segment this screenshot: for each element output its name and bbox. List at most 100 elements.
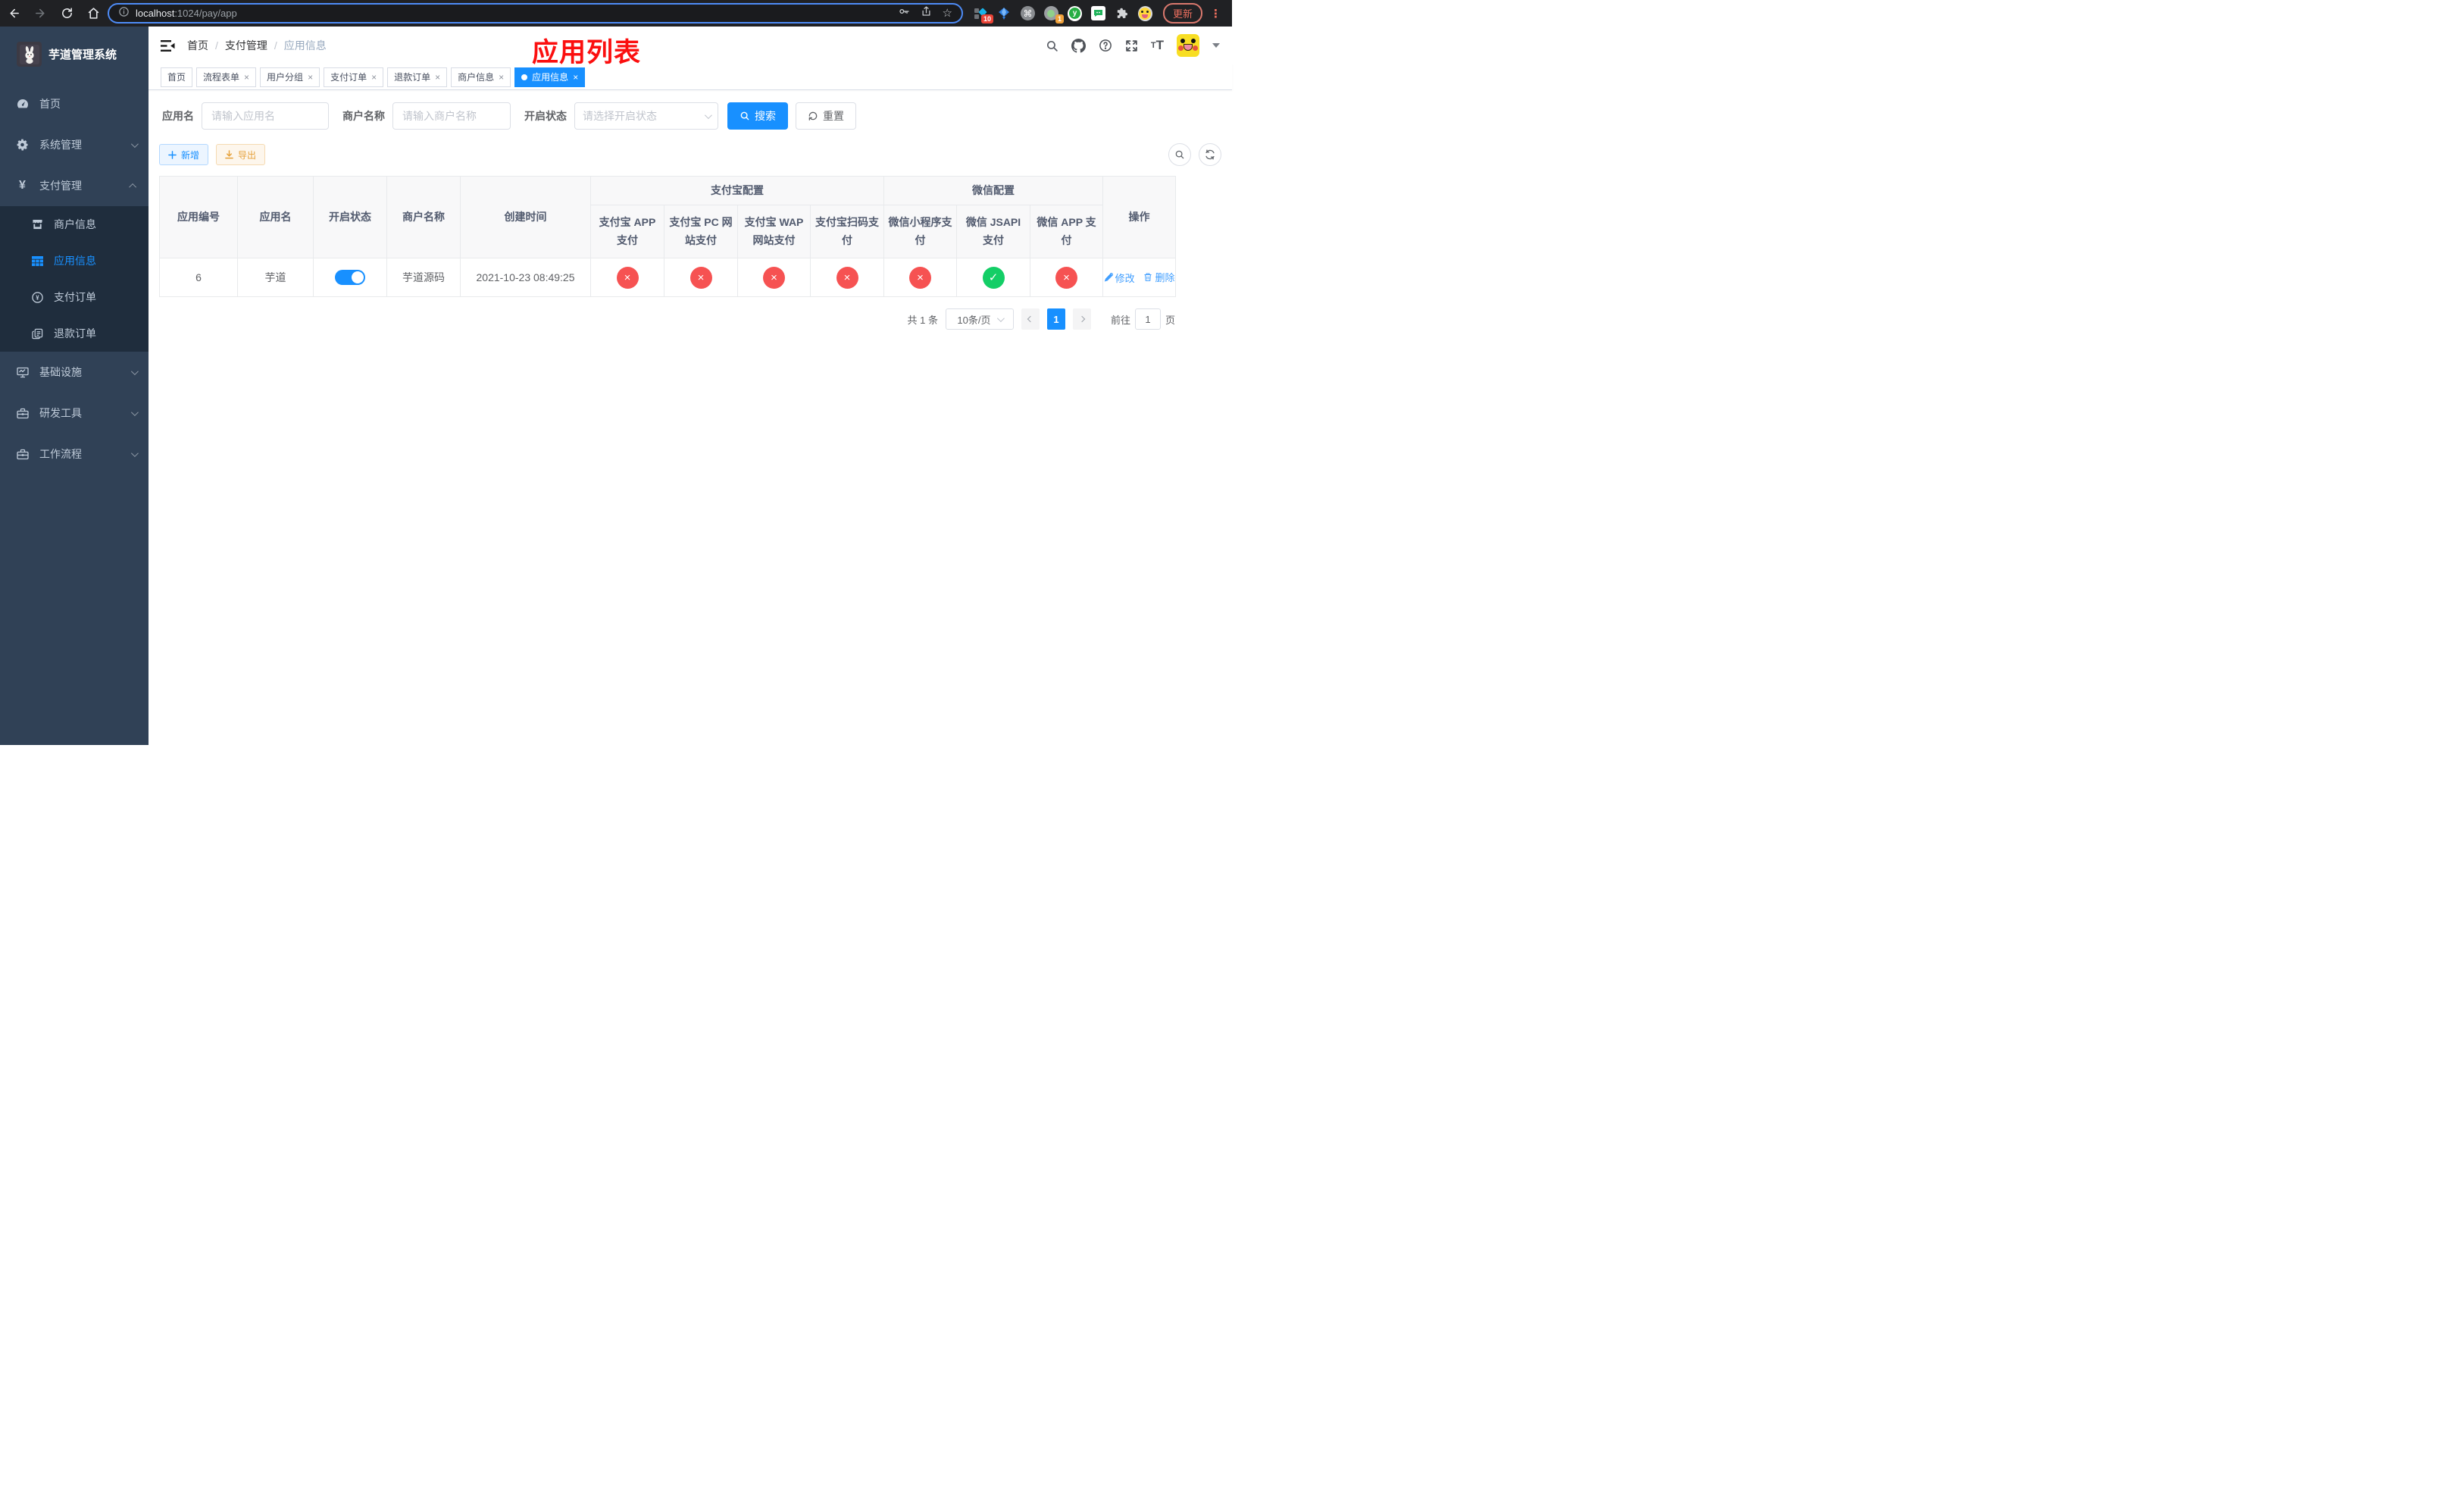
col-alipay-wap: 支付宝 WAP 网站支付 bbox=[737, 205, 811, 258]
fullscreen-icon[interactable] bbox=[1125, 39, 1138, 52]
site-info-icon[interactable] bbox=[118, 6, 130, 21]
extension-emoji-icon[interactable] bbox=[1137, 5, 1152, 21]
tag-user-group[interactable]: 用户分组 × bbox=[260, 67, 321, 87]
font-size-icon[interactable]: TT bbox=[1151, 38, 1164, 53]
browser-menu-icon[interactable]: ⋮ bbox=[1207, 7, 1224, 20]
close-icon[interactable]: × bbox=[308, 72, 313, 83]
col-wechat-app: 微信 APP 支付 bbox=[1029, 205, 1104, 258]
page-unit-label: 页 bbox=[1165, 314, 1175, 326]
sidebar-item-home[interactable]: 首页 bbox=[0, 83, 149, 124]
close-icon[interactable]: × bbox=[573, 72, 578, 83]
screen: localhost:1024/pay/app ☆ 10 ⌘ 1 y 更新 ⋮ 芋… bbox=[0, 0, 1232, 745]
bookmark-star-icon[interactable]: ☆ bbox=[943, 8, 952, 19]
enabled-switch[interactable] bbox=[335, 270, 365, 285]
search-button[interactable]: 搜索 bbox=[727, 102, 788, 130]
reset-button[interactable]: 重置 bbox=[796, 102, 856, 130]
refresh-table-icon[interactable] bbox=[1199, 143, 1221, 166]
merchant-name-label: 商户名称 bbox=[342, 110, 385, 122]
pagination: 共 1 条 10条/页 1 前往 页 bbox=[159, 308, 1175, 330]
sidebar-item-workflow[interactable]: 工作流程 bbox=[0, 434, 149, 474]
browser-home-icon[interactable] bbox=[87, 7, 100, 20]
sidebar-item-system[interactable]: 系统管理 bbox=[0, 124, 149, 165]
table-toolbar: 新增 导出 bbox=[159, 143, 1221, 166]
add-button[interactable]: 新增 bbox=[159, 144, 209, 165]
delete-button[interactable]: 删除 bbox=[1143, 270, 1174, 284]
extensions-puzzle-icon[interactable] bbox=[1115, 6, 1129, 20]
current-page[interactable]: 1 bbox=[1046, 308, 1065, 330]
tag-refund-order[interactable]: 退款订单 × bbox=[387, 67, 448, 87]
export-button[interactable]: 导出 bbox=[216, 144, 266, 165]
sidebar-item-dev-tools[interactable]: 研发工具 bbox=[0, 393, 149, 434]
page-size-select[interactable]: 10条/页 bbox=[945, 308, 1014, 330]
status-wechat-jsapi-icon: ✓ bbox=[982, 266, 1005, 289]
show-search-icon[interactable] bbox=[1168, 143, 1191, 166]
close-icon[interactable]: × bbox=[435, 72, 440, 83]
browser-refresh-icon[interactable] bbox=[61, 7, 73, 20]
navbar: 首页 / 支付管理 / 应用信息 应用列表 T T bbox=[149, 27, 1232, 67]
sidebar-item-refund-order[interactable]: 退款订单 bbox=[0, 315, 149, 352]
chevron-down-icon bbox=[704, 111, 712, 119]
col-wechat-jsapi: 微信 JSAPI 支付 bbox=[956, 205, 1030, 258]
password-key-icon[interactable] bbox=[898, 5, 910, 21]
close-icon[interactable]: × bbox=[244, 72, 249, 83]
chevron-down-icon bbox=[996, 314, 1005, 322]
sidebar-item-app-info[interactable]: 应用信息 bbox=[0, 243, 149, 279]
gear-icon bbox=[16, 139, 29, 151]
extension-icon-6[interactable] bbox=[1090, 6, 1105, 20]
user-menu-caret-icon[interactable] bbox=[1212, 43, 1220, 48]
extension-icon-1[interactable]: 10 bbox=[974, 6, 993, 23]
breadcrumb-payment[interactable]: 支付管理 bbox=[225, 38, 267, 53]
rabbit-logo-icon bbox=[17, 42, 42, 67]
status-wechat-app-icon: × bbox=[1055, 266, 1078, 289]
prev-page-button[interactable] bbox=[1021, 308, 1040, 330]
url-text[interactable]: localhost:1024/pay/app bbox=[136, 8, 898, 19]
edit-button[interactable]: 修改 bbox=[1104, 271, 1135, 285]
sidebar-item-pay-order[interactable]: ¥ 支付订单 bbox=[0, 279, 149, 315]
total-count: 共 1 条 bbox=[907, 314, 938, 326]
tag-merchant-info[interactable]: 商户信息 × bbox=[451, 67, 511, 87]
table-row: 6 芋道 芋道源码 2021-10-23 08:49:25 × × × × × bbox=[159, 258, 1177, 297]
sidebar-item-merchant-info[interactable]: 商户信息 bbox=[0, 206, 149, 243]
breadcrumb-current: 应用信息 bbox=[283, 39, 327, 52]
extension-icon-5[interactable]: y bbox=[1067, 5, 1082, 21]
browser-toolbar: localhost:1024/pay/app ☆ 10 ⌘ 1 y 更新 ⋮ bbox=[0, 0, 1232, 27]
sidebar-item-infrastructure[interactable]: 基础设施 bbox=[0, 352, 149, 393]
search-form: 应用名 商户名称 开启状态 请选择开启状态 搜索 重置 bbox=[159, 102, 1221, 130]
app-name-input[interactable] bbox=[202, 102, 329, 130]
tag-home[interactable]: 首页 bbox=[161, 67, 193, 87]
close-icon[interactable]: × bbox=[371, 72, 377, 83]
extension-icon-2[interactable] bbox=[997, 6, 1012, 20]
col-merchant: 商户名称 bbox=[386, 176, 461, 258]
app-table: 应用编号 应用名 开启状态 商户名称 创建时间 支付宝配置 微信配置 操作 支付… bbox=[159, 176, 1177, 297]
sidebar-logo[interactable]: 芋道管理系统 bbox=[0, 27, 149, 83]
sidebar-fold-icon[interactable] bbox=[161, 39, 175, 52]
url-bar[interactable]: localhost:1024/pay/app ☆ bbox=[108, 3, 963, 23]
github-icon[interactable] bbox=[1071, 38, 1086, 53]
yen-circle-icon: ¥ bbox=[31, 291, 44, 303]
breadcrumb: 首页 / 支付管理 / 应用信息 bbox=[187, 38, 327, 53]
extension-icon-3[interactable]: ⌘ bbox=[1020, 6, 1035, 20]
app-name-label: 应用名 bbox=[162, 110, 194, 122]
dashboard-icon bbox=[16, 98, 29, 110]
tag-pay-order[interactable]: 支付订单 × bbox=[324, 67, 384, 87]
payment-submenu: 商户信息 应用信息 ¥ 支付订单 退款订单 bbox=[0, 206, 149, 352]
status-select[interactable]: 请选择开启状态 bbox=[574, 102, 718, 130]
col-created: 创建时间 bbox=[460, 176, 591, 258]
browser-update-button[interactable]: 更新 bbox=[1162, 3, 1202, 23]
browser-back-icon[interactable] bbox=[8, 7, 20, 20]
merchant-name-input[interactable] bbox=[392, 102, 511, 130]
goto-page-input[interactable] bbox=[1134, 308, 1161, 330]
help-icon[interactable] bbox=[1099, 39, 1112, 52]
toolbox-icon bbox=[16, 408, 29, 419]
browser-forward-icon[interactable] bbox=[34, 7, 47, 20]
next-page-button[interactable] bbox=[1072, 308, 1091, 330]
share-icon[interactable] bbox=[921, 5, 932, 21]
tag-app-info[interactable]: 应用信息 × bbox=[514, 67, 586, 87]
close-icon[interactable]: × bbox=[499, 72, 504, 83]
tag-process-form[interactable]: 流程表单 × bbox=[196, 67, 257, 87]
user-avatar[interactable] bbox=[1177, 34, 1199, 57]
breadcrumb-home[interactable]: 首页 bbox=[187, 38, 208, 53]
header-search-icon[interactable] bbox=[1046, 39, 1058, 52]
extension-icon-4[interactable]: 1 bbox=[1043, 6, 1064, 23]
sidebar-item-payment[interactable]: ¥ 支付管理 bbox=[0, 165, 149, 206]
